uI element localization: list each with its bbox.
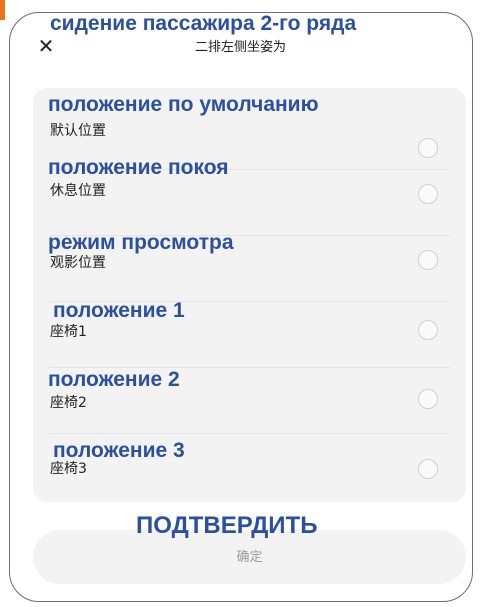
radio-button[interactable]: [418, 389, 438, 409]
option-label: 座椅2: [50, 395, 87, 411]
confirm-translation-overlay: ПОДТВЕРДИТЬ: [136, 512, 318, 539]
option-translation-overlay: положение 1: [53, 299, 185, 322]
radio-button[interactable]: [418, 320, 438, 340]
dialog-title: 二排左侧坐姿为: [194, 40, 286, 55]
option-translation-overlay: режим просмотра: [48, 231, 234, 254]
radio-button[interactable]: [418, 250, 438, 270]
orange-accent-mark: [0, 0, 5, 20]
option-label: 休息位置: [50, 183, 106, 199]
title-translation-overlay: сидение пассажира 2-го ряда: [50, 12, 357, 35]
option-translation-overlay: положение по умолчанию: [48, 93, 319, 116]
option-translation-overlay: положение 2: [48, 368, 180, 391]
option-label: 默认位置: [50, 123, 106, 139]
radio-button[interactable]: [418, 459, 438, 479]
option-label: 座椅3: [50, 461, 87, 477]
option-label: 观影位置: [50, 255, 106, 271]
radio-button[interactable]: [418, 184, 438, 204]
option-rest-position[interactable]: 休息位置: [33, 170, 466, 236]
option-translation-overlay: положение покоя: [48, 156, 229, 179]
radio-button[interactable]: [418, 138, 438, 158]
option-translation-overlay: положение 3: [53, 439, 185, 462]
confirm-button-label: 确定: [236, 550, 263, 565]
option-label: 座椅1: [50, 324, 87, 340]
